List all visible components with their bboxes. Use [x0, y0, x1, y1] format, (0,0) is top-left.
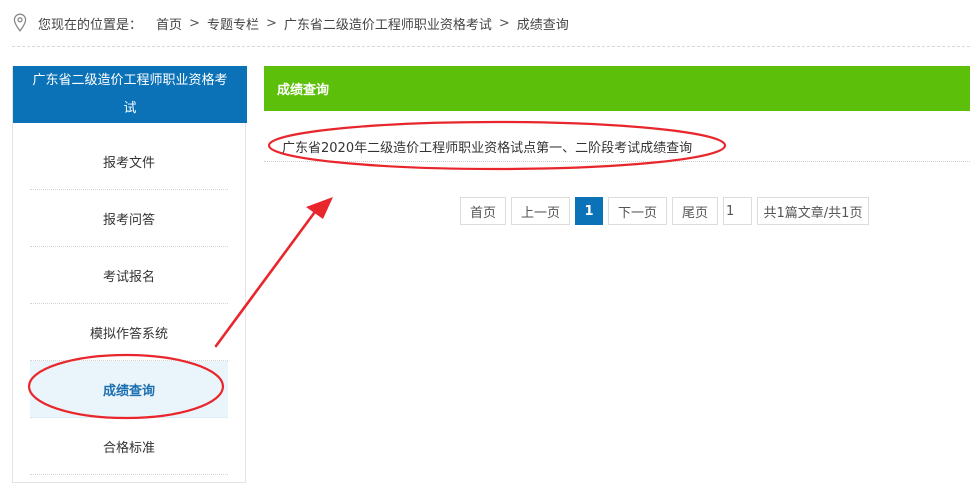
last-page-button[interactable]: 尾页	[672, 197, 718, 225]
first-page-button[interactable]: 首页	[460, 197, 506, 225]
sidebar-item-label: 模拟作答系统	[89, 326, 168, 342]
current-page-button[interactable]: 1	[575, 197, 603, 225]
sidebar-item-pass-standard[interactable]: 合格标准	[30, 418, 228, 475]
sidebar-item-registration-faq[interactable]: 报考问答	[30, 190, 228, 247]
breadcrumb-current[interactable]: 成绩查询	[517, 14, 569, 33]
breadcrumb-topics-link[interactable]: 专题专栏	[207, 14, 259, 33]
breadcrumb-separator: >	[189, 15, 200, 31]
sidebar: 广东省二级造价工程师职业资格考试 报考文件 报考问答 考试报名 模拟作答系统 成…	[12, 66, 247, 483]
next-page-button[interactable]: 下一页	[608, 197, 667, 225]
section-heading: 成绩查询	[264, 66, 970, 111]
annotation-arrow-head	[306, 197, 333, 219]
breadcrumb-divider	[12, 46, 970, 47]
sidebar-item-score-query[interactable]: 成绩查询	[30, 361, 228, 418]
sidebar-item-registration-docs[interactable]: 报考文件	[30, 133, 228, 190]
breadcrumb: 您现在的位置是： 首页 > 专题专栏 > 广东省二级造价工程师职业资格考试 > …	[12, 8, 569, 38]
sidebar-item-mock-system[interactable]: 模拟作答系统	[30, 304, 228, 361]
sidebar-title: 广东省二级造价工程师职业资格考试	[13, 66, 247, 123]
sidebar-item-label: 报考问答	[102, 212, 155, 228]
sidebar-item-label: 报考文件	[102, 155, 155, 171]
breadcrumb-home-link[interactable]: 首页	[156, 14, 182, 33]
location-pin-icon	[13, 13, 27, 32]
prev-page-button[interactable]: 上一页	[511, 197, 570, 225]
breadcrumb-separator: >	[498, 15, 510, 31]
breadcrumb-exam-link[interactable]: 广东省二级造价工程师职业资格考试	[284, 14, 492, 33]
sidebar-item-label: 考试报名	[102, 269, 155, 285]
breadcrumb-prefix: 您现在的位置是：	[38, 17, 143, 33]
list-item: 广东省2020年二级造价工程师职业资格试点第一、二阶段考试成绩查询	[264, 132, 970, 162]
sidebar-item-exam-signup[interactable]: 考试报名	[30, 247, 228, 304]
pagination: 首页 上一页 1 下一页 尾页 1 共1篇文章/共1页	[460, 197, 869, 225]
breadcrumb-separator: >	[265, 15, 277, 31]
article-link[interactable]: 广东省2020年二级造价工程师职业资格试点第一、二阶段考试成绩查询	[282, 132, 692, 156]
page-jump-input[interactable]: 1	[723, 197, 752, 225]
sidebar-item-label: 成绩查询	[102, 383, 155, 399]
sidebar-item-label: 合格标准	[102, 440, 155, 456]
pagination-summary: 共1篇文章/共1页	[757, 197, 869, 225]
